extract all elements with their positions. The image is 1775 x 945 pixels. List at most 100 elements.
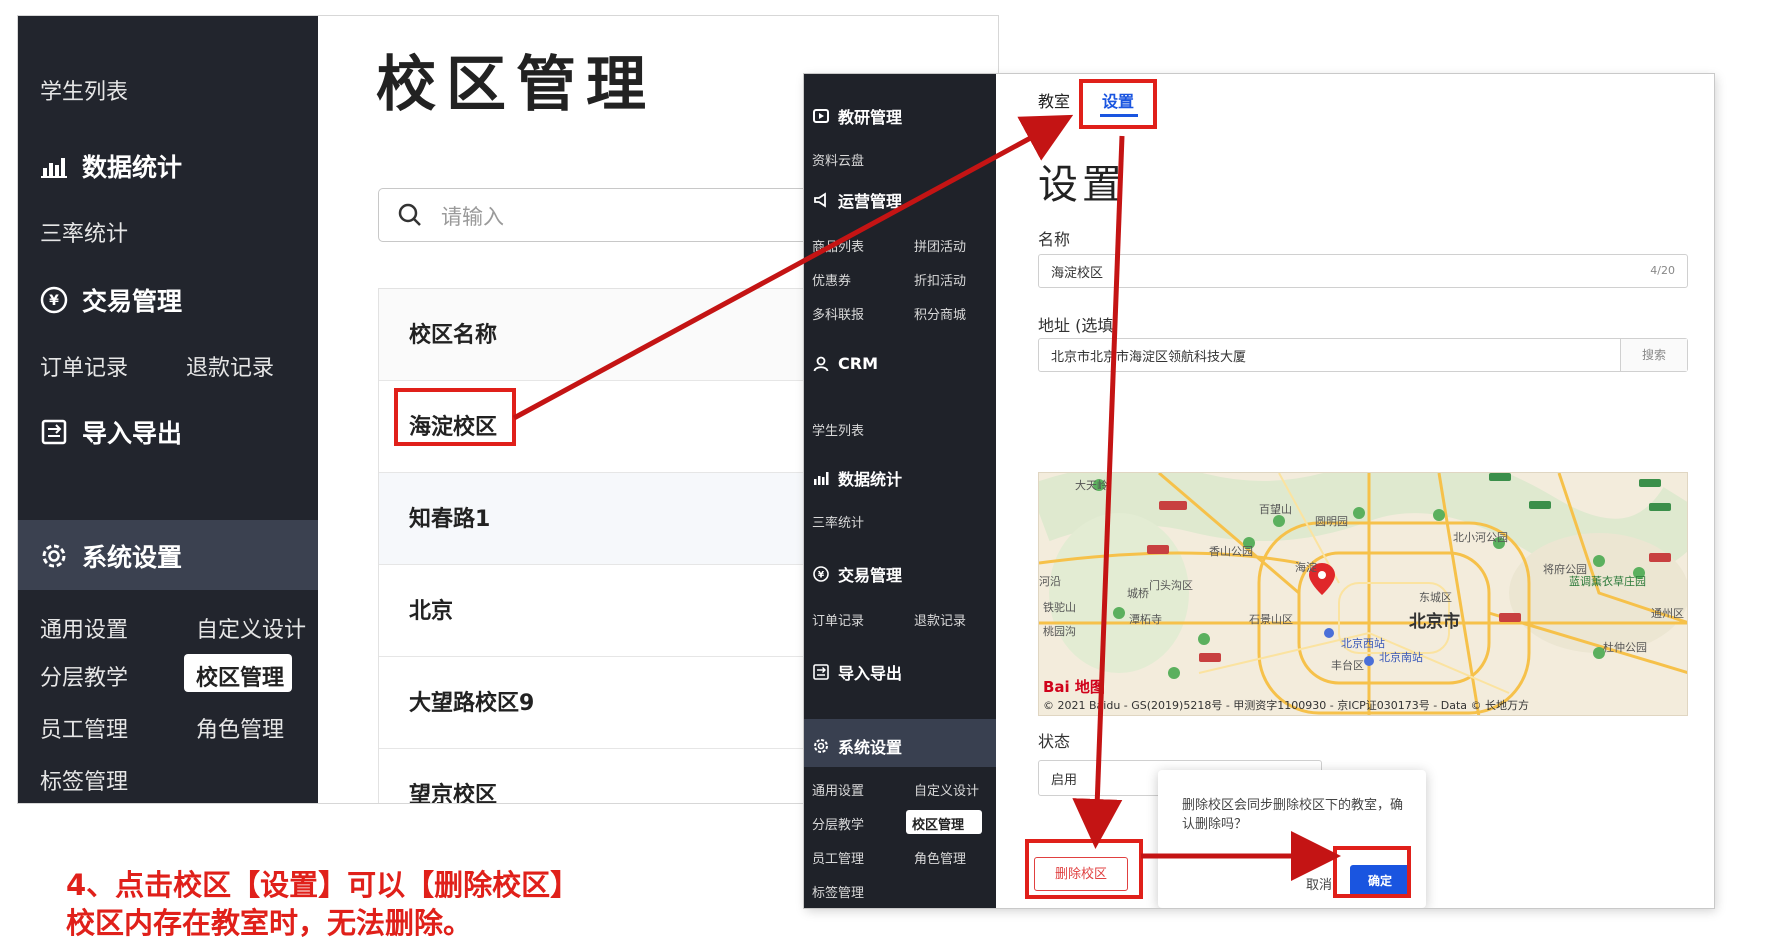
import-export-icon xyxy=(812,663,830,681)
tab-settings[interactable]: 设置 xyxy=(1102,88,1134,112)
caption-line-1: 4、点击校区【设置】可以【删除校区】 xyxy=(66,868,580,902)
sidebar-section-label: 导入导出 xyxy=(838,664,903,683)
caption-line-2: 校区内存在教室时，无法删除。 xyxy=(66,906,473,940)
map-label: 桃园沟 xyxy=(1043,625,1076,638)
sidebar-item-campus-mgmt[interactable]: 校区管理 xyxy=(196,660,284,692)
map-label: 香山公园 xyxy=(1209,545,1253,558)
sidebar-item-tag-mgmt[interactable]: 标签管理 xyxy=(40,764,128,796)
page-title: 设置 xyxy=(1038,162,1126,208)
map-logo: Bai 地图 xyxy=(1043,678,1105,696)
map-label: 杜仲公园 xyxy=(1603,641,1647,654)
svg-text:¥: ¥ xyxy=(818,571,825,581)
sidebar-item-student-list[interactable]: 学生列表 xyxy=(812,420,864,439)
map-label: 大天岭 xyxy=(1075,479,1108,492)
sidebar-item-custom-design[interactable]: 自定义设计 xyxy=(196,612,306,644)
sidebar-item-discount[interactable]: 折扣活动 xyxy=(914,270,966,289)
sidebar-section-import-export[interactable]: 导入导出 xyxy=(812,660,902,684)
page-title: 校区管理 xyxy=(376,50,656,120)
sidebar-item-refund-record[interactable]: 退款记录 xyxy=(914,610,966,629)
sidebar-section-crm[interactable]: CRM xyxy=(812,354,878,373)
sidebar-section-operations[interactable]: 运营管理 xyxy=(812,188,902,212)
gear-icon xyxy=(812,737,830,755)
svg-text:¥: ¥ xyxy=(49,293,59,309)
sidebar-item-group-buy[interactable]: 拼团活动 xyxy=(914,236,966,255)
map-label: 通州区 xyxy=(1651,607,1684,620)
search-placeholder: 请输入 xyxy=(441,205,504,229)
left-sidebar: 学生列表 数据统计 三率统计 ¥ 交易管理 订单记录 退款记录 导入导出 系统设… xyxy=(18,16,318,803)
sidebar-item-general-settings[interactable]: 通用设置 xyxy=(40,612,128,644)
sidebar-section-label: 导入导出 xyxy=(82,419,183,448)
bar-chart-icon xyxy=(40,152,68,180)
sidebar-item-student-list[interactable]: 学生列表 xyxy=(40,74,128,106)
sidebar-item-tiered-teaching[interactable]: 分层教学 xyxy=(812,814,864,833)
sidebar-section-label: 教研管理 xyxy=(838,108,903,127)
campus-name-cell[interactable]: 大望路校区9 xyxy=(409,685,534,717)
campus-name-cell[interactable]: 海淀校区 xyxy=(409,409,497,441)
sidebar-item-role-mgmt[interactable]: 角色管理 xyxy=(914,848,966,867)
right-sidebar: 教研管理 资料云盘 运营管理 商品列表 拼团活动 优惠券 折扣活动 多科联报 积… xyxy=(804,74,996,908)
sidebar-item-staff-mgmt[interactable]: 员工管理 xyxy=(40,712,128,744)
sidebar-section-label: 数据统计 xyxy=(82,153,183,182)
address-label: 地址 (选填 xyxy=(1038,316,1114,335)
sidebar-item-campus-mgmt[interactable]: 校区管理 xyxy=(912,814,964,833)
sidebar-item-points-mall[interactable]: 积分商城 xyxy=(914,304,966,323)
map-label: 北京市 xyxy=(1409,612,1460,632)
cancel-button[interactable]: 取消 xyxy=(1306,874,1332,893)
map-label: 城桥 xyxy=(1127,587,1149,600)
address-field[interactable]: 北京市北京市海淀区领航科技大厦 搜索 xyxy=(1038,338,1688,372)
sidebar-section-system-settings[interactable]: 系统设置 xyxy=(40,538,182,574)
sidebar-item-custom-design[interactable]: 自定义设计 xyxy=(914,780,979,799)
map-label: 河沿 xyxy=(1039,575,1061,588)
tab-classroom[interactable]: 教室 xyxy=(1038,88,1070,112)
sidebar-item-multi-subject[interactable]: 多科联报 xyxy=(812,304,864,323)
delete-campus-button[interactable]: 删除校区 xyxy=(1034,857,1128,891)
map-label: 潭柘寺 xyxy=(1129,613,1162,626)
sidebar-section-trade[interactable]: ¥ 交易管理 xyxy=(40,282,182,318)
sidebar-item-order-record[interactable]: 订单记录 xyxy=(40,350,128,382)
popover-message: 删除校区会同步删除校区下的教室，确认删除吗？ xyxy=(1182,798,1404,832)
map-label: 蓝调薰衣草庄园 xyxy=(1569,575,1646,588)
right-screenshot: 教研管理 资料云盘 运营管理 商品列表 拼团活动 优惠券 折扣活动 多科联报 积… xyxy=(804,74,1714,908)
sidebar-section-trade[interactable]: ¥ 交易管理 xyxy=(812,562,902,586)
megaphone-icon xyxy=(812,191,830,209)
sidebar-item-three-rate[interactable]: 三率统计 xyxy=(40,216,128,248)
location-map[interactable]: 大天岭 百望山 圆明园 香山公园 北小河公园 海淀 将府公园 蓝调薰衣草庄园 门… xyxy=(1038,472,1688,716)
sidebar-section-label: 系统设置 xyxy=(838,738,903,757)
sidebar-item-tag-mgmt[interactable]: 标签管理 xyxy=(812,882,864,901)
sidebar-item-role-mgmt[interactable]: 角色管理 xyxy=(196,712,284,744)
delete-confirm-popover: 删除校区会同步删除校区下的教室，确认删除吗？ 取消 确定 xyxy=(1158,770,1426,908)
sidebar-item-product-list[interactable]: 商品列表 xyxy=(812,236,864,255)
sidebar-item-refund-record[interactable]: 退款记录 xyxy=(186,350,274,382)
address-value: 北京市北京市海淀区领航科技大厦 xyxy=(1051,350,1247,365)
sidebar-item-general-settings[interactable]: 通用设置 xyxy=(812,780,864,799)
name-label: 名称 xyxy=(1038,230,1071,249)
sidebar-section-label: 交易管理 xyxy=(82,287,183,316)
sidebar-item-coupon[interactable]: 优惠券 xyxy=(812,270,851,289)
sidebar-section-teaching-research[interactable]: 教研管理 xyxy=(812,104,902,128)
active-tab-indicator xyxy=(1100,114,1138,117)
sidebar-section-label: 数据统计 xyxy=(838,470,903,489)
sidebar-item-three-rate[interactable]: 三率统计 xyxy=(812,512,864,531)
map-label: 铁驼山 xyxy=(1043,601,1076,614)
sidebar-item-resource-cloud[interactable]: 资料云盘 xyxy=(812,150,864,169)
map-copyright: © 2021 Baidu - GS(2019)5218号 - 甲测资字11009… xyxy=(1043,699,1530,712)
sidebar-item-order-record[interactable]: 订单记录 xyxy=(812,610,864,629)
map-label: 北小河公园 xyxy=(1453,531,1508,544)
campus-name-cell[interactable]: 望京校区 xyxy=(409,777,497,803)
campus-name-cell[interactable]: 北京 xyxy=(409,593,453,625)
sidebar-section-system-settings[interactable]: 系统设置 xyxy=(812,734,902,758)
campus-name-cell[interactable]: 知春路1 xyxy=(409,501,490,533)
sidebar-section-data-stats[interactable]: 数据统计 xyxy=(40,148,182,184)
instruction-caption: 4、点击校区【设置】可以【删除校区】 校区内存在教室时，无法删除。 xyxy=(66,866,579,942)
sidebar-section-data-stats[interactable]: 数据统计 xyxy=(812,466,902,490)
confirm-button[interactable]: 确定 xyxy=(1350,865,1410,897)
status-value: 启用 xyxy=(1051,773,1078,788)
sidebar-item-tiered-teaching[interactable]: 分层教学 xyxy=(40,660,128,692)
sidebar-section-import-export[interactable]: 导入导出 xyxy=(40,414,182,450)
sidebar-item-staff-mgmt[interactable]: 员工管理 xyxy=(812,848,864,867)
name-field[interactable]: 海淀校区 4/20 xyxy=(1038,254,1688,288)
bar-chart-icon xyxy=(812,469,830,487)
search-icon xyxy=(397,202,423,232)
address-search-button[interactable]: 搜索 xyxy=(1620,339,1687,371)
sidebar-section-label: 系统设置 xyxy=(82,543,183,572)
